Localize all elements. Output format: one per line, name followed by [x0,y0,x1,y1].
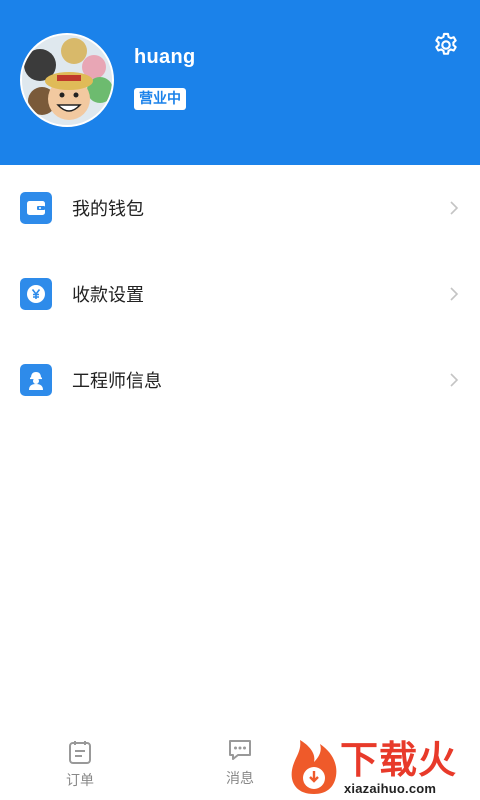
profile-header: huang 营业中 [0,0,480,165]
menu-item-wallet[interactable]: 我的钱包 [0,165,480,251]
tab-label: 消息 [226,771,254,787]
wallet-icon [20,192,52,224]
order-list-icon [69,741,91,764]
menu-item-payment-settings[interactable]: 收款设置 [0,251,480,337]
chevron-right-icon [450,201,459,215]
gear-icon [435,32,457,55]
engineer-icon [20,364,52,396]
chat-bubble-icon [229,740,251,760]
menu-item-label: 工程师信息 [72,371,162,392]
yen-coin-icon [20,278,52,310]
menu-item-label: 收款设置 [72,285,144,306]
chevron-right-icon [450,373,459,387]
username: huang [134,46,196,68]
watermark: 下载火 xiazaihuo.com [286,738,480,800]
status-badge: 营业中 [134,88,186,110]
flame-logo-icon [291,740,337,794]
settings-button[interactable] [430,29,462,61]
menu-item-engineer-info[interactable]: 工程师信息 [0,337,480,423]
tab-orders[interactable]: 订单 [40,738,120,790]
chevron-right-icon [450,287,459,301]
menu-item-label: 我的钱包 [72,199,144,220]
watermark-text: 下载火 [340,738,458,782]
menu-list: 我的钱包 收款设置 工程师信息 [0,165,480,423]
tab-messages[interactable]: 消息 [200,736,280,788]
avatar-image [22,35,112,125]
watermark-url: xiazaihuo.com [344,781,437,796]
avatar[interactable] [20,33,114,127]
tab-label: 订单 [66,773,94,789]
